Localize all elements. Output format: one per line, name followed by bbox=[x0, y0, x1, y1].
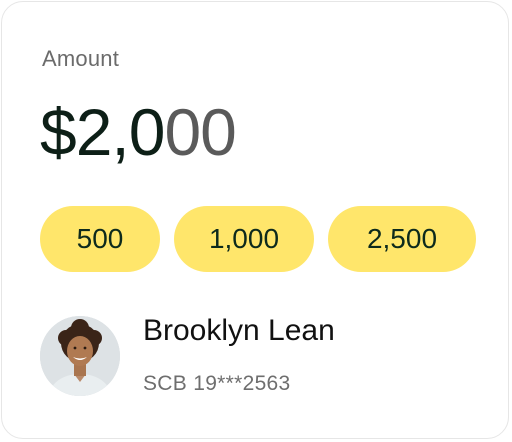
person-avatar-icon bbox=[40, 316, 120, 396]
amount-card: Amount $2,000 500 1,000 2,500 Brooklyn L… bbox=[1, 1, 509, 439]
amount-value: $2,0 bbox=[40, 95, 165, 169]
preset-500-button[interactable]: 500 bbox=[40, 206, 160, 272]
recipient-account: SCB 19***2563 bbox=[143, 372, 291, 395]
amount-label: Amount bbox=[42, 46, 120, 71]
recipient-name: Brooklyn Lean bbox=[143, 314, 335, 347]
amount-display[interactable]: $2,000 bbox=[40, 94, 237, 170]
preset-amounts: 500 1,000 2,500 bbox=[40, 206, 476, 272]
preset-2500-button[interactable]: 2,500 bbox=[328, 206, 476, 272]
amount-placeholder-digits: 00 bbox=[164, 95, 236, 169]
recipient-avatar bbox=[40, 316, 120, 396]
preset-1000-button[interactable]: 1,000 bbox=[174, 206, 314, 272]
